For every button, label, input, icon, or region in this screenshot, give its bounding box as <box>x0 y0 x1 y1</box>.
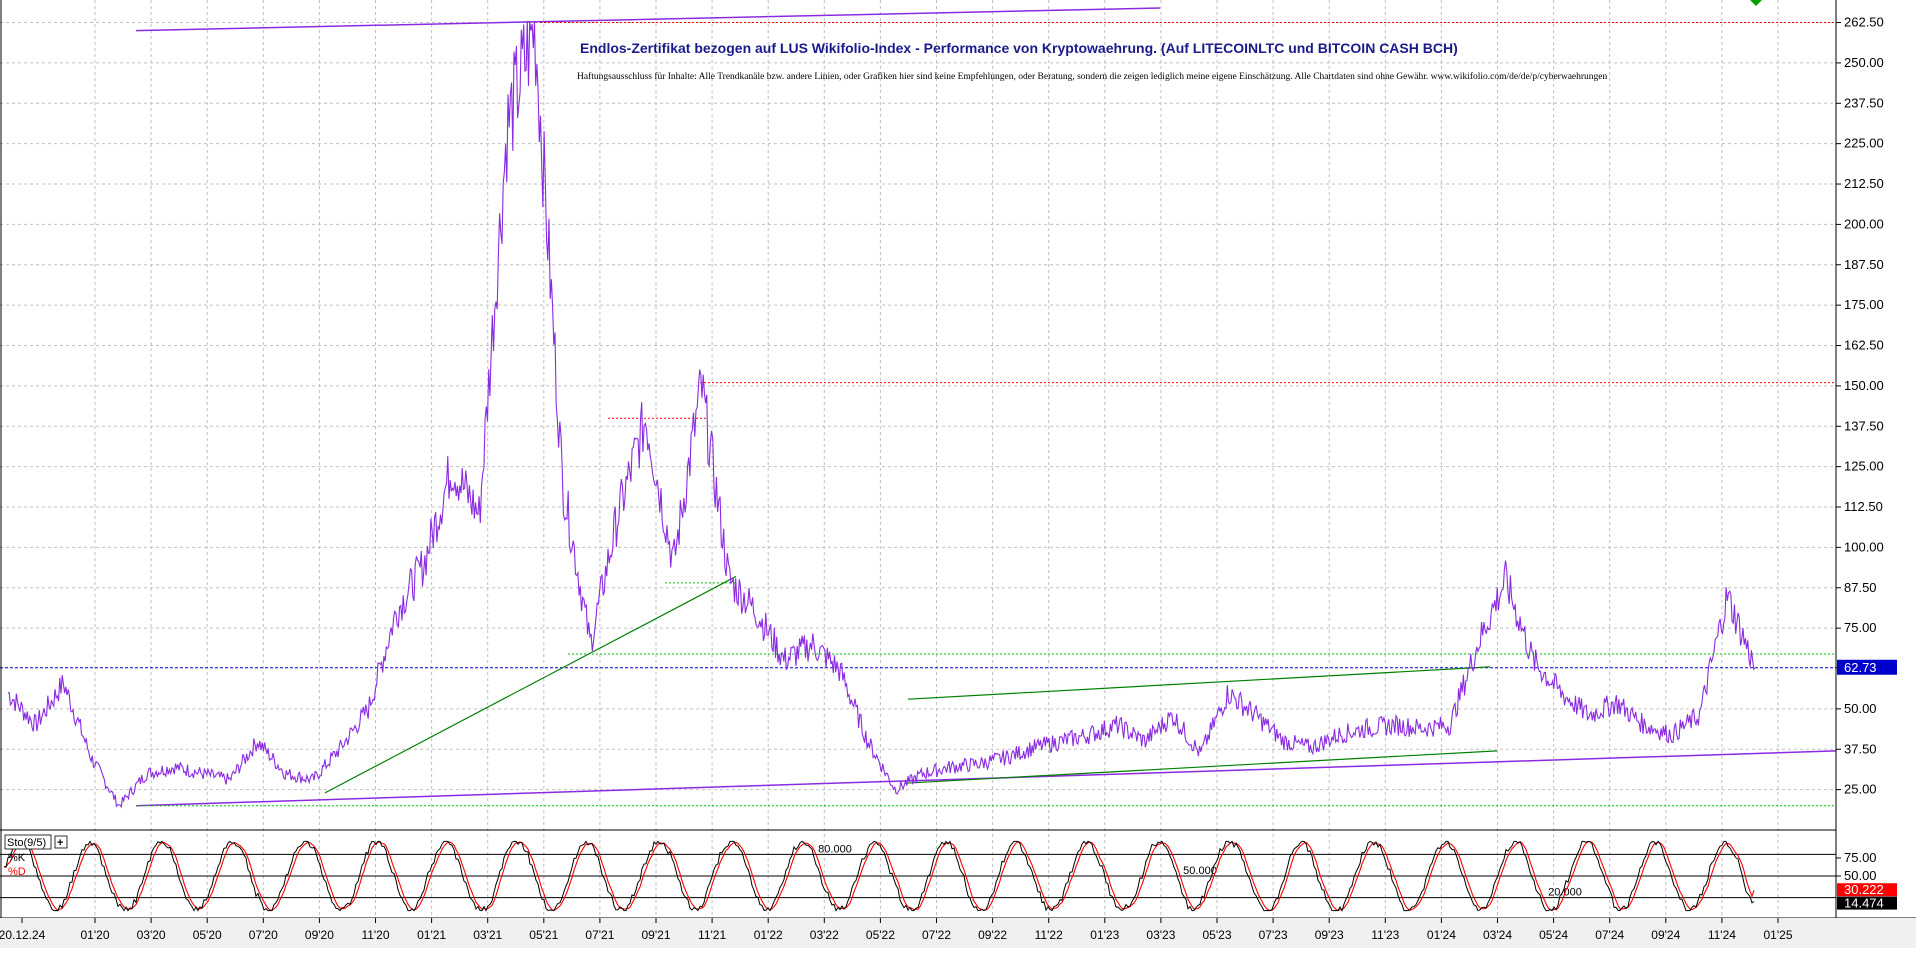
chart-svg: 80.00050.00020.000Sto(9/5) +%K%D 262.5025… <box>0 0 1916 948</box>
x-tick-label: 01'23 <box>1090 928 1119 942</box>
trendline-green <box>907 666 1491 700</box>
y-tick-label: 250.00 <box>1844 55 1884 70</box>
x-tick-label: 03'23 <box>1146 928 1175 942</box>
osc-title: Sto(9/5) <box>7 837 46 849</box>
x-tick-label: 03'21 <box>473 928 502 942</box>
y-tick-label: 125.00 <box>1844 459 1884 474</box>
green-arrow-marker <box>1750 0 1762 6</box>
x-tick-label: 11'21 <box>698 928 726 942</box>
stoch-k-last-label: 14.474 <box>1844 896 1884 911</box>
channel-upper-line <box>135 7 1161 32</box>
y-tick-label: 37.50 <box>1844 741 1877 756</box>
y-tick-label: 75.00 <box>1844 620 1877 635</box>
y-tick-label: 87.50 <box>1844 580 1877 595</box>
x-tick-label: 20.12.24 <box>0 928 46 942</box>
osc-expand-icon: + <box>57 837 63 849</box>
x-tick-label: 07'20 <box>249 928 278 942</box>
y-tick-label: 175.00 <box>1844 297 1884 312</box>
date-axis-strip <box>0 918 1916 948</box>
osc-y-tick-label: 75.00 <box>1844 850 1877 865</box>
x-tick-label: 09'22 <box>978 928 1007 942</box>
osc-legend-k: %K <box>8 852 26 864</box>
y-tick-label: 100.00 <box>1844 539 1884 554</box>
y-tick-label: 212.50 <box>1844 176 1884 191</box>
x-tick-label: 07'24 <box>1595 928 1624 942</box>
y-tick-label: 225.00 <box>1844 136 1884 151</box>
y-tick-label: 262.50 <box>1844 15 1884 30</box>
x-tick-label: 09'24 <box>1651 928 1680 942</box>
x-tick-label: 05'22 <box>866 928 895 942</box>
osc-level-label: 80.000 <box>818 843 852 855</box>
x-tick-label: 09'21 <box>642 928 671 942</box>
x-tick-label: 05'23 <box>1203 928 1232 942</box>
x-tick-label: 05'24 <box>1539 928 1568 942</box>
y-tick-label: 162.50 <box>1844 338 1884 353</box>
x-tick-label: 11'24 <box>1708 928 1736 942</box>
price-panel <box>0 0 1837 809</box>
x-tick-label: 07'22 <box>922 928 951 942</box>
x-tick-label: 11'20 <box>361 928 389 942</box>
y-tick-label: 150.00 <box>1844 378 1884 393</box>
y-tick-label: 187.50 <box>1844 257 1884 272</box>
x-tick-label: 01'24 <box>1427 928 1456 942</box>
x-tick-label: 01'21 <box>417 928 446 942</box>
x-tick-label: 01'20 <box>81 928 110 942</box>
x-tick-label: 03'22 <box>810 928 839 942</box>
x-tick-label: 03'20 <box>137 928 166 942</box>
chart-container: 80.000 50.000 20.000 Sto(9/5) + %K %D 262.50 25… <box>0 0 1916 948</box>
oscillator-panel: 80.00050.00020.000Sto(9/5) +%K%D <box>0 834 1836 912</box>
x-tick-label: 05'20 <box>193 928 222 942</box>
last-value-label: 62.73 <box>1844 660 1877 675</box>
x-tick-label: 09'20 <box>305 928 334 942</box>
x-tick-label: 03'24 <box>1483 928 1512 942</box>
x-tick-label: 05'21 <box>529 928 558 942</box>
trendline-green <box>324 575 737 794</box>
y-tick-label: 50.00 <box>1844 701 1877 716</box>
x-tick-label: 09'23 <box>1315 928 1344 942</box>
chart-title: Endlos-Zertifikat bezogen auf LUS Wikifo… <box>580 40 1458 56</box>
osc-legend-d: %D <box>8 866 26 878</box>
y-tick-label: 137.50 <box>1844 418 1884 433</box>
y-tick-label: 200.00 <box>1844 216 1884 231</box>
chart-subtitle: Haftungsausschluss für Inhalte: Alle Tre… <box>577 71 1608 82</box>
x-tick-label: 07'23 <box>1259 928 1288 942</box>
y-tick-label: 237.50 <box>1844 95 1884 110</box>
y-tick-label: 112.50 <box>1844 499 1883 514</box>
y-tick-label: 25.00 <box>1844 782 1877 797</box>
x-tick-label: 01'22 <box>754 928 783 942</box>
x-tick-label: 01'25 <box>1764 928 1793 942</box>
price-series-line <box>7 20 1756 809</box>
x-tick-label: 07'21 <box>585 928 614 942</box>
x-tick-label: 11'23 <box>1371 928 1399 942</box>
osc-y-tick-label: 50.00 <box>1844 868 1877 883</box>
x-tick-label: 11'22 <box>1035 928 1063 942</box>
